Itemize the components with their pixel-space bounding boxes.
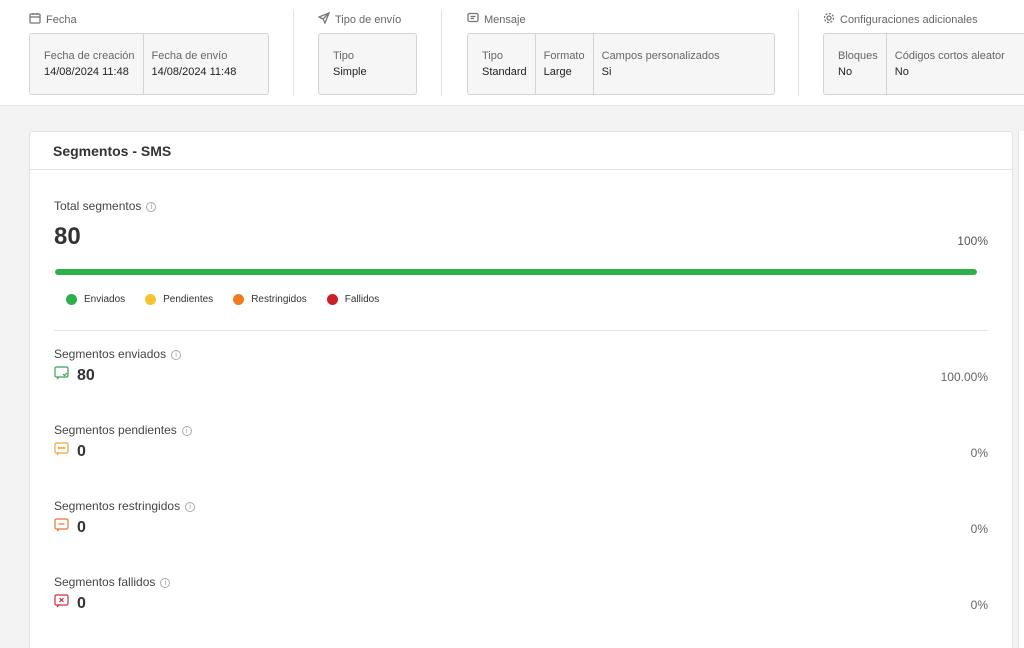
- sms-sent-icon: [54, 366, 69, 385]
- summary-header: Fecha Fecha de creación 14/08/2024 11:48…: [0, 0, 1024, 106]
- sms-pending-icon: [54, 442, 69, 461]
- gear-icon: [823, 12, 835, 27]
- legend-item-fallidos: Fallidos: [326, 294, 379, 305]
- field-tipo-envio: Tipo Simple: [333, 50, 367, 78]
- group-configuraciones-title: Configuraciones adicionales: [840, 13, 978, 26]
- info-icon[interactable]: i: [160, 577, 171, 588]
- legend-dot: [66, 294, 77, 305]
- total-segments-value: 80: [54, 223, 81, 250]
- info-icon[interactable]: i: [181, 425, 192, 436]
- field-codigos-cortos: Códigos cortos aleator No: [885, 34, 1013, 94]
- tipo-envio-box: Tipo Simple: [318, 33, 417, 95]
- info-icon[interactable]: i: [185, 501, 196, 512]
- legend-item-pendientes: Pendientes: [145, 294, 213, 305]
- segment-value: 0: [77, 518, 86, 536]
- legend-dot: [233, 294, 245, 305]
- segment-label: Segmentos fallidos: [54, 575, 156, 589]
- legend-item-enviados: Enviados: [66, 294, 125, 305]
- segment-label: Segmentos enviados: [54, 347, 167, 361]
- total-segments-percent: 100%: [957, 234, 988, 248]
- sms-failed-icon: [54, 594, 69, 613]
- adjacent-panel-edge: [1018, 131, 1024, 648]
- configuraciones-box: Bloques No Códigos cortos aleator No: [823, 33, 1024, 95]
- group-fecha-title: Fecha: [46, 13, 77, 26]
- divider: [54, 330, 988, 331]
- group-tipo-envio-title: Tipo de envío: [335, 13, 402, 26]
- fecha-box: Fecha de creación 14/08/2024 11:48 Fecha…: [29, 33, 269, 95]
- card-title: Segmentos - SMS: [30, 132, 1012, 170]
- progress-fill-sent: [55, 269, 977, 275]
- segment-label: Segmentos pendientes: [54, 423, 177, 437]
- mensaje-box: Tipo Standard Formato Large Campos perso…: [467, 33, 775, 95]
- info-icon[interactable]: i: [146, 201, 157, 212]
- legend-dot: [145, 294, 157, 305]
- legend-item-restringidos: Restringidos: [233, 294, 307, 305]
- segments-progress-bar: [55, 269, 977, 275]
- send-icon: [317, 11, 331, 27]
- calendar-icon: [29, 12, 41, 27]
- info-icon[interactable]: i: [171, 349, 182, 360]
- header-divider: [798, 10, 799, 96]
- segment-percent: 0%: [970, 522, 988, 536]
- segment-percent: 0%: [970, 446, 988, 460]
- segment-fallidos: Segmentos fallidos i 0 0%: [54, 575, 988, 625]
- total-segments-label: Total segmentos i: [54, 199, 157, 213]
- segments-card: Segmentos - SMS Total segmentos i 80 100%…: [29, 131, 1013, 648]
- field-mensaje-formato: Formato Large: [534, 34, 593, 94]
- segment-value: 80: [77, 366, 95, 384]
- segments-legend: Enviados Pendientes Restringidos Fallido…: [66, 294, 379, 305]
- field-mensaje-tipo: Tipo Standard: [482, 50, 527, 78]
- field-fecha-envio: Fecha de envío 14/08/2024 11:48: [142, 34, 245, 94]
- segment-percent: 100.00%: [940, 370, 988, 384]
- field-campos-personalizados: Campos personalizados Si: [592, 34, 728, 94]
- field-bloques: Bloques No: [838, 50, 878, 78]
- segment-restringidos: Segmentos restringidos i 0 0%: [54, 499, 988, 549]
- segment-value: 0: [77, 442, 86, 460]
- field-fecha-creacion: Fecha de creación 14/08/2024 11:48: [44, 50, 135, 78]
- legend-dot: [326, 294, 338, 305]
- header-divider: [441, 10, 442, 96]
- segment-percent: 0%: [970, 598, 988, 612]
- group-mensaje-title: Mensaje: [484, 13, 526, 26]
- segment-label: Segmentos restringidos: [54, 499, 181, 513]
- segment-value: 0: [77, 594, 86, 612]
- header-divider: [293, 10, 294, 96]
- sms-restricted-icon: [54, 518, 69, 537]
- segment-pendientes: Segmentos pendientes i 0 0%: [54, 423, 988, 473]
- segment-enviados: Segmentos enviados i 80 100.00%: [54, 347, 988, 397]
- message-icon: [467, 12, 479, 27]
